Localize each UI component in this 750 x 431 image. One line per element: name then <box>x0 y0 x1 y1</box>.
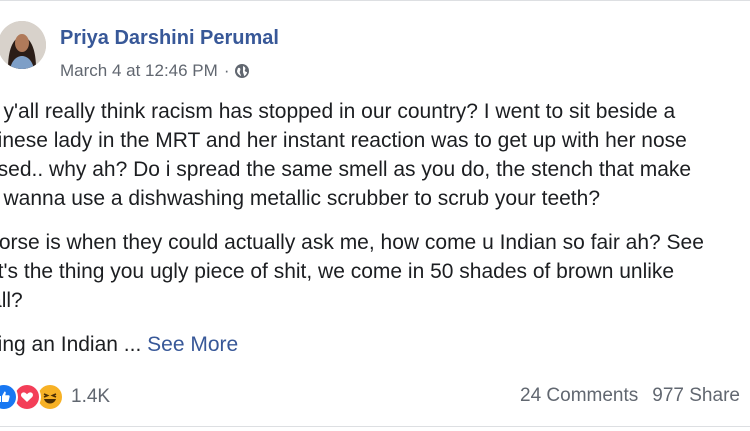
shares-count-link[interactable]: 977 Share <box>652 385 740 407</box>
post-paragraph: Vorse is when they could actually ask me… <box>0 228 750 315</box>
post-paragraph: eing an Indian ... See More <box>0 330 750 359</box>
post-line: o y'all really think racism has stopped … <box>0 100 676 123</box>
post-line: osed.. why ah? Do i spread the same smel… <box>0 158 692 181</box>
avatar[interactable] <box>0 21 46 69</box>
author-name[interactable]: Priya Darshini Perumal <box>60 27 279 50</box>
reactions-summary[interactable]: 1.4K <box>0 383 110 411</box>
post-body: o y'all really think racism has stopped … <box>0 97 750 374</box>
post-line: at's the thing you ugly piece of shit, w… <box>0 260 675 283</box>
globe-icon[interactable] <box>234 63 250 79</box>
post-line: eing an Indian ... <box>0 333 142 356</box>
post-line: Vorse is when they could actually ask me… <box>0 231 704 254</box>
post-meta: March 4 at 12:46 PM · <box>60 61 250 81</box>
post-timestamp[interactable]: March 4 at 12:46 PM <box>60 61 218 81</box>
post-line: 'all? <box>0 289 23 312</box>
stats-gap <box>638 385 652 407</box>
meta-separator: · <box>223 61 230 80</box>
post-card: Priya Darshini Perumal March 4 at 12:46 … <box>0 0 750 431</box>
post-stats: 24 Comments 977 Share <box>520 385 740 407</box>
reaction-count: 1.4K <box>71 386 111 407</box>
see-more-link[interactable]: See More <box>147 333 238 356</box>
footer-divider <box>0 426 750 427</box>
post-line: hinese lady in the MRT and her instant r… <box>0 129 687 152</box>
comments-count-link[interactable]: 24 Comments <box>520 385 638 407</box>
post-line: e wanna use a dishwashing metallic scrub… <box>0 187 601 210</box>
post-paragraph: o y'all really think racism has stopped … <box>0 97 750 213</box>
